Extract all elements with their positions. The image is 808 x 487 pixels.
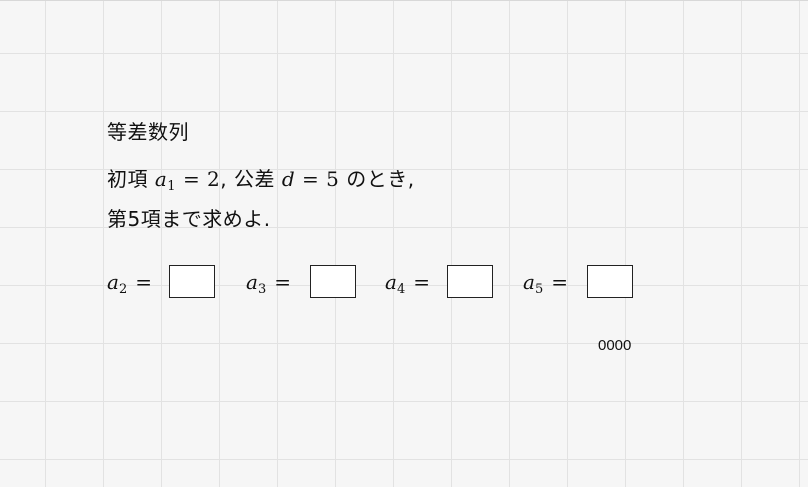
answer-a2-input[interactable] bbox=[169, 265, 215, 298]
worksheet-canvas: 等差数列 初項 a1 = 2, 公差 d = 5 のとき, 第5項まで求めよ. … bbox=[0, 0, 808, 487]
first-term-label: 初項 bbox=[107, 167, 148, 191]
condition-suffix: のとき, bbox=[346, 167, 415, 191]
first-term-expression: a1 = 2 bbox=[154, 167, 221, 194]
answer-a2: a2 = bbox=[107, 264, 152, 300]
common-difference-expression: d = 5 bbox=[281, 167, 340, 191]
footer-code: 0000 bbox=[598, 337, 632, 354]
problem-statement-line2: 第5項まで求めよ. bbox=[107, 207, 271, 231]
problem-statement-line1: 初項 a1 = 2, 公差 d = 5 のとき, bbox=[107, 163, 415, 194]
answer-a5-label: a5 = bbox=[523, 270, 568, 297]
problem-title: 等差数列 bbox=[107, 120, 189, 144]
answer-a3: a3 = bbox=[246, 264, 291, 300]
comma: , bbox=[220, 167, 228, 191]
answer-a5-input[interactable] bbox=[587, 265, 633, 298]
answer-a5: a5 = bbox=[523, 264, 568, 300]
answer-a2-label: a2 = bbox=[107, 270, 152, 297]
answer-a3-input[interactable] bbox=[310, 265, 356, 298]
common-difference-label: 公差 bbox=[234, 167, 275, 191]
answer-a4-input[interactable] bbox=[447, 265, 493, 298]
answer-row: a2 = a3 = a4 = a5 = bbox=[0, 264, 808, 300]
answer-a3-label: a3 = bbox=[246, 270, 291, 297]
answer-a4: a4 = bbox=[385, 264, 430, 300]
answer-a4-label: a4 = bbox=[385, 270, 430, 297]
